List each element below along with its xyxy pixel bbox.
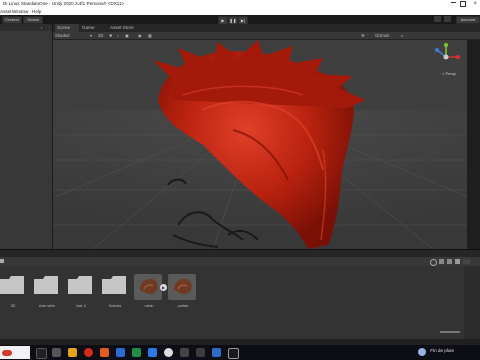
asset-label: cabin: [144, 304, 154, 308]
step-icon: ▶|: [240, 18, 246, 23]
gizmos-dropdown[interactable]: Gizmos: [375, 32, 389, 39]
unity-editor-icon[interactable]: [228, 348, 239, 359]
prefab-thumbnail: [134, 274, 162, 300]
tab-game[interactable]: Game: [80, 24, 104, 32]
account-button[interactable]: Account: [456, 16, 480, 24]
window-title: Di Linux StandaloOne - Unity 2020.3.4f1 …: [3, 1, 125, 6]
collab-icon[interactable]: [434, 16, 441, 22]
folder-icon: [0, 276, 24, 294]
play-icon: ▶: [221, 18, 225, 23]
scene-toolbar: Shaded ▾ 2D ✹ ♪ ▣ ◉ ▦ ⚒ Gizmos ⌕: [53, 32, 480, 40]
fx-icon[interactable]: ▣: [125, 32, 129, 39]
task-view-icon[interactable]: [52, 348, 61, 357]
tab-scene[interactable]: Scene: [55, 24, 79, 32]
viewport-canvas: [53, 40, 467, 249]
scene-search-icon[interactable]: ⌕: [401, 32, 403, 39]
grid-icon[interactable]: ▦: [148, 32, 152, 39]
unity-hub-icon[interactable]: [164, 348, 173, 357]
prefab-thumbnail: [168, 274, 196, 300]
weather-text[interactable]: Fin de pluie: [430, 348, 454, 353]
start-thumbnail[interactable]: [0, 346, 30, 359]
mode-2d-toggle[interactable]: 2D: [98, 32, 103, 39]
audio-icon[interactable]: ♪: [117, 32, 119, 39]
app-icon-dark[interactable]: [180, 348, 189, 357]
account-label: Account: [460, 17, 476, 22]
weather-icon[interactable]: [418, 348, 426, 356]
title-bar: Di Linux StandaloOne - Unity 2020.3.4f1 …: [0, 0, 480, 8]
project-scrollbar[interactable]: [464, 266, 480, 339]
hidden-objects-icon[interactable]: ◉: [138, 32, 142, 39]
hierarchy-panel[interactable]: ▪ ⋮: [0, 24, 53, 249]
asset-label: prefab: [177, 304, 189, 308]
star-icon[interactable]: [455, 259, 460, 264]
expand-prefab-icon[interactable]: ▶: [160, 284, 167, 291]
minimize-icon[interactable]: [451, 2, 456, 3]
lock-icon[interactable]: ▪: [41, 25, 42, 30]
filter-type-icon[interactable]: [439, 259, 444, 264]
maximize-icon[interactable]: [460, 1, 466, 7]
menu-asset[interactable]: Asset: [0, 8, 12, 15]
opera-icon[interactable]: [84, 348, 93, 357]
tab-asset-store[interactable]: Asset Store: [108, 24, 142, 32]
office-icon[interactable]: [100, 348, 109, 357]
chevron-down-icon: ▾: [90, 33, 93, 38]
excel-icon[interactable]: [132, 348, 141, 357]
file-explorer-icon[interactable]: [68, 348, 77, 357]
cloud-icon[interactable]: [444, 16, 451, 22]
global-button-label: Global: [27, 17, 39, 22]
context-button-label: Context: [5, 17, 19, 22]
menu-dots-icon[interactable]: ⋮: [47, 25, 51, 30]
folder-icon: [34, 276, 58, 294]
asset-label: char sirim: [38, 304, 56, 308]
asset-label: hair 4: [76, 304, 86, 308]
tab-scene-label: Scene: [57, 25, 71, 30]
folder-icon: [102, 276, 126, 294]
tab-asset-store-label: Asset Store: [110, 25, 134, 30]
scene-tab-bar: Scene Game Asset Store: [53, 24, 480, 32]
filter-label-icon[interactable]: [447, 259, 452, 264]
menu-window[interactable]: Window: [12, 8, 28, 15]
word-icon[interactable]: [116, 348, 125, 357]
shading-mode-dropdown[interactable]: Shaded: [55, 32, 69, 39]
pause-icon: ❚❚: [229, 18, 237, 23]
light-icon[interactable]: ✹: [109, 32, 113, 39]
tab-game-label: Game: [82, 25, 95, 30]
close-icon[interactable]: ×: [473, 0, 477, 8]
context-button[interactable]: Context: [2, 16, 22, 24]
hierarchy-header: ▪ ⋮: [0, 24, 52, 31]
favorites-icon[interactable]: [0, 259, 4, 263]
search-icon[interactable]: [430, 259, 437, 266]
project-browser: 3D char sirim hair 4 Scenes ▶ cabin pref…: [0, 266, 464, 339]
folder-icon: [68, 276, 92, 294]
tools-icon[interactable]: ⚒: [361, 32, 365, 39]
orientation-gizmo[interactable]: [431, 42, 461, 72]
thumbnail-size-slider[interactable]: [440, 331, 460, 333]
app-icon-gray[interactable]: [196, 348, 205, 357]
perspective-label[interactable]: < Persp: [442, 71, 456, 76]
os-taskbar: Fin de pluie: [0, 345, 480, 360]
app-logo-icon: [2, 350, 12, 356]
global-button[interactable]: Global: [23, 16, 43, 24]
inspector-collapsed-panel: [467, 40, 480, 249]
asset-label: Scenes: [108, 304, 122, 308]
search-taskbar-icon[interactable]: [36, 348, 47, 359]
app-icon-blue[interactable]: [212, 348, 221, 357]
eye-count-icon[interactable]: [463, 259, 470, 264]
menu-help[interactable]: Help: [32, 8, 41, 15]
scene-viewport[interactable]: < Persp: [53, 40, 467, 249]
store-icon[interactable]: [148, 348, 157, 357]
